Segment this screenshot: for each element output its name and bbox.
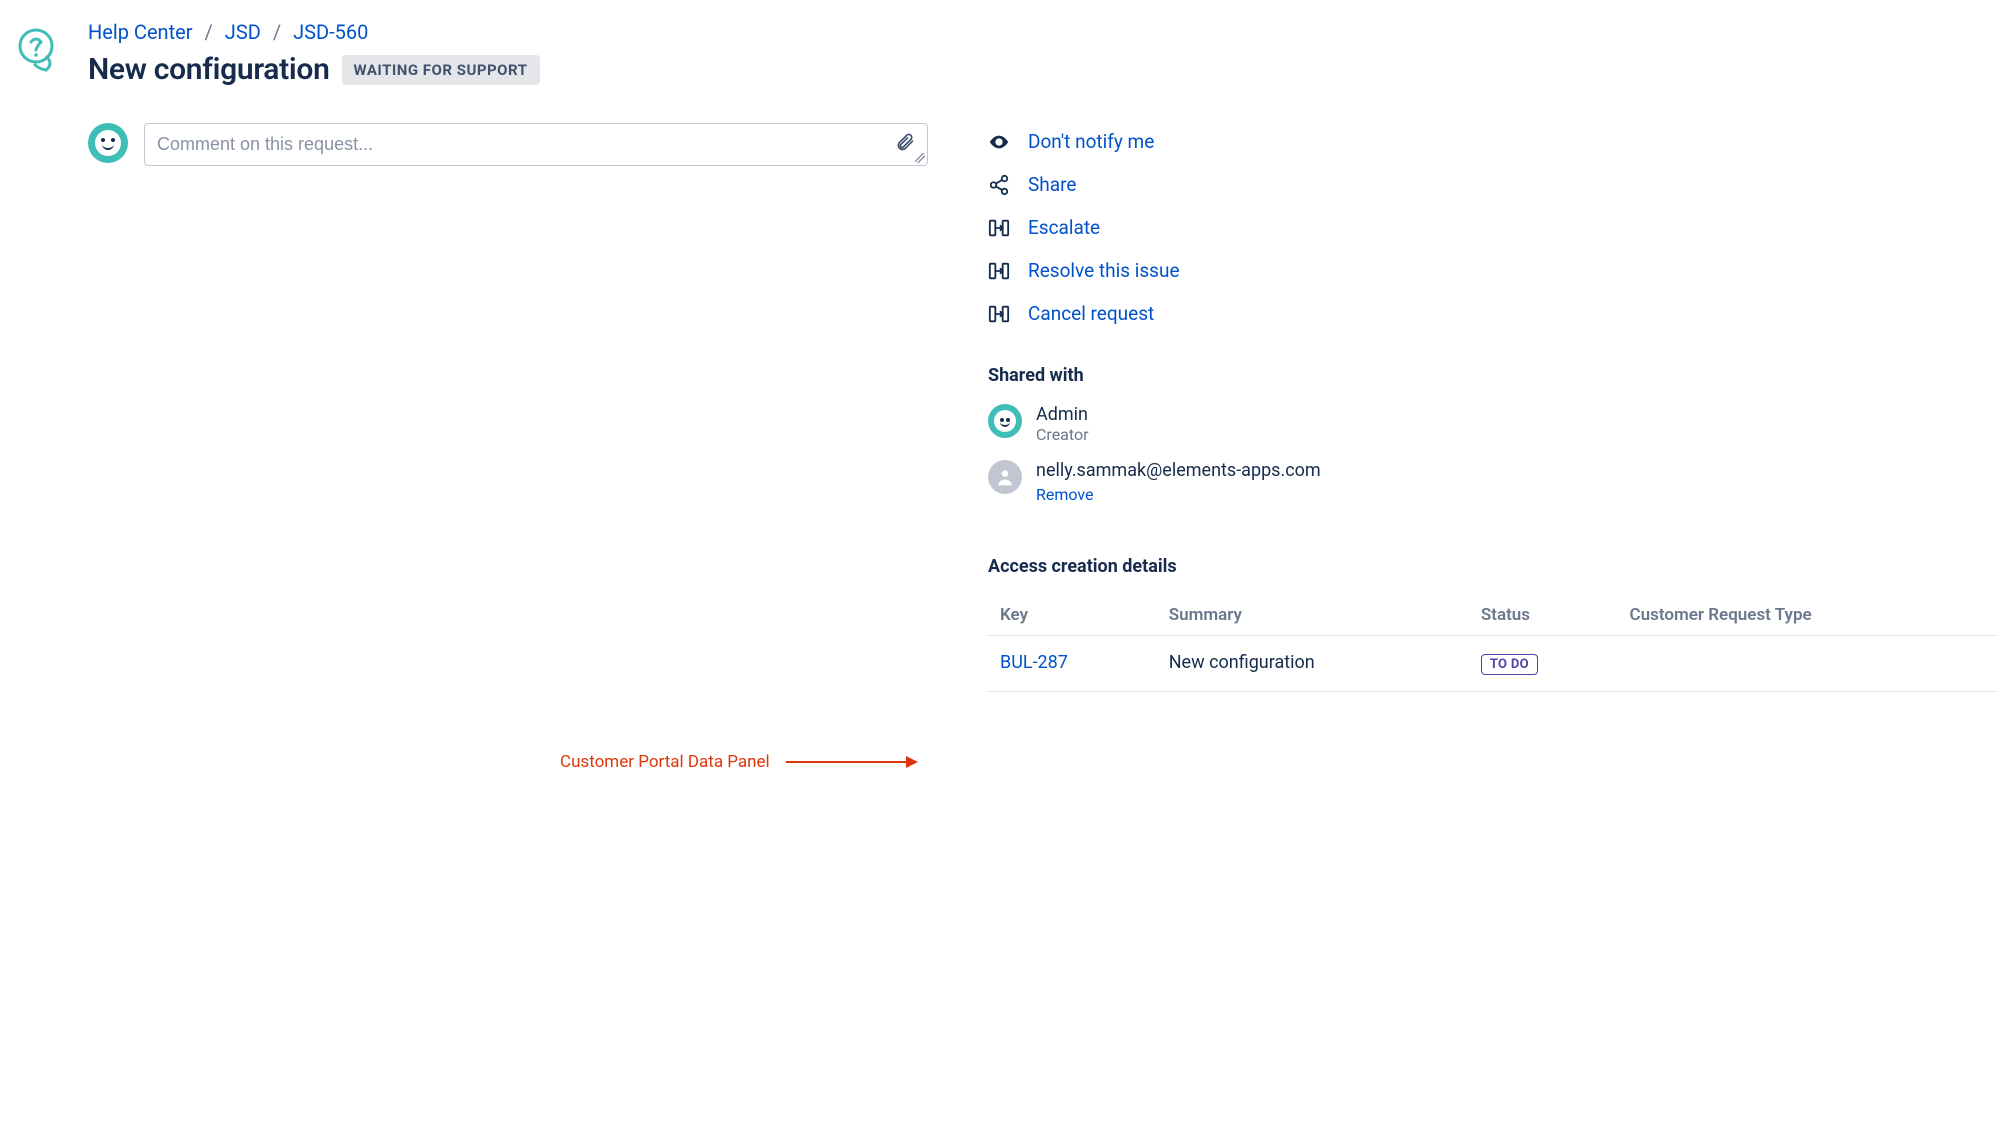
col-crt: Customer Request Type — [1618, 595, 1996, 636]
breadcrumb: Help Center / JSD / JSD-560 — [88, 20, 928, 44]
shared-person: nelly.sammak@elements-apps.com Remove — [988, 460, 1996, 504]
breadcrumb-separator: / — [205, 20, 213, 44]
resize-handle-icon[interactable] — [915, 153, 925, 163]
breadcrumb-project[interactable]: JSD — [225, 20, 261, 44]
annotation-callout: Customer Portal Data Panel — [560, 752, 916, 772]
issue-key-link[interactable]: BUL-287 — [1000, 652, 1068, 673]
action-list: Don't notify me Share Escalate — [988, 130, 1996, 325]
arrow-icon — [786, 761, 916, 763]
action-escalate[interactable]: Escalate — [988, 216, 1996, 239]
access-creation-details-heading: Access creation details — [988, 556, 1996, 577]
transition-icon — [988, 303, 1010, 325]
help-center-icon — [16, 26, 64, 78]
avatar-current-user — [88, 123, 128, 163]
status-badge-todo: TO DO — [1481, 654, 1538, 675]
attachment-icon[interactable] — [895, 132, 915, 157]
action-cancel[interactable]: Cancel request — [988, 302, 1996, 325]
table-row: BUL-287 New configuration TO DO — [988, 636, 1996, 692]
avatar — [988, 460, 1022, 494]
share-icon — [988, 174, 1010, 196]
annotation-label: Customer Portal Data Panel — [560, 752, 770, 772]
action-share[interactable]: Share — [988, 173, 1996, 196]
eye-icon — [988, 131, 1010, 153]
shared-person: Admin Creator — [988, 404, 1996, 444]
shared-person-name: nelly.sammak@elements-apps.com — [1036, 460, 1321, 481]
cell-crt — [1618, 636, 1996, 692]
breadcrumb-issue[interactable]: JSD-560 — [293, 20, 368, 44]
action-share-label[interactable]: Share — [1028, 173, 1076, 196]
comment-input[interactable] — [157, 134, 895, 155]
page-title: New configuration — [88, 52, 330, 87]
action-resolve-label[interactable]: Resolve this issue — [1028, 259, 1180, 282]
cell-summary: New configuration — [1157, 636, 1469, 692]
shared-person-name: Admin — [1036, 404, 1089, 425]
shared-with-heading: Shared with — [988, 365, 1996, 386]
action-notify-label[interactable]: Don't notify me — [1028, 130, 1154, 153]
details-table: Key Summary Status Customer Request Type… — [988, 595, 1996, 692]
breadcrumb-help-center[interactable]: Help Center — [88, 20, 193, 44]
action-cancel-label[interactable]: Cancel request — [1028, 302, 1154, 325]
col-summary: Summary — [1157, 595, 1469, 636]
col-status: Status — [1469, 595, 1618, 636]
action-notify[interactable]: Don't notify me — [988, 130, 1996, 153]
remove-share-link[interactable]: Remove — [1036, 485, 1094, 504]
breadcrumb-separator: / — [273, 20, 281, 44]
avatar — [988, 404, 1022, 438]
action-resolve[interactable]: Resolve this issue — [988, 259, 1996, 282]
status-badge: WAITING FOR SUPPORT — [342, 55, 540, 85]
col-key: Key — [988, 595, 1157, 636]
shared-person-role: Creator — [1036, 425, 1089, 444]
transition-icon — [988, 217, 1010, 239]
transition-icon — [988, 260, 1010, 282]
comment-box[interactable] — [144, 123, 928, 166]
action-escalate-label[interactable]: Escalate — [1028, 216, 1100, 239]
